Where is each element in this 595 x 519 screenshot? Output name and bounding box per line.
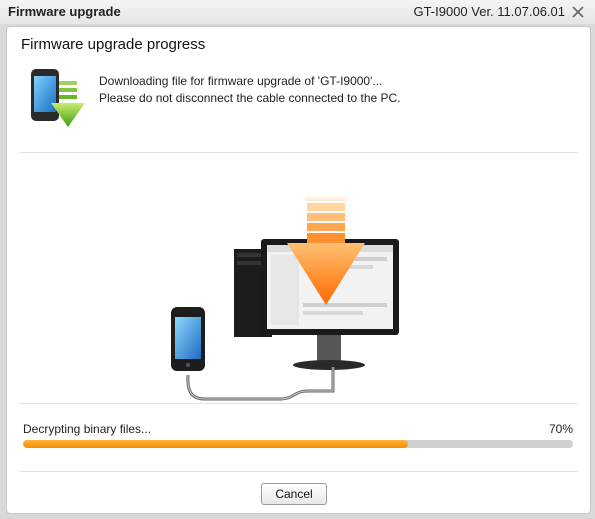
window-title: Firmware upgrade [8,4,121,19]
title-bar: Firmware upgrade GT-I9000 Ver. 11.07.06.… [0,0,595,24]
status-text: Decrypting binary files... [23,422,152,436]
cancel-button[interactable]: Cancel [261,483,327,505]
device-version: GT-I9000 Ver. 11.07.06.01 [413,4,565,19]
divider-top [19,152,578,153]
close-icon[interactable] [570,4,586,20]
main-panel: Firmware upgrade progress Downloading fi… [6,26,591,514]
message-text: Downloading file for firmware upgrade of… [99,73,401,107]
progress-bar [23,440,573,448]
progress-bar-fill [23,440,408,448]
phone-download-icon [31,69,85,127]
divider-middle [19,403,578,404]
divider-bottom [19,471,578,472]
progress-percent: 70% [548,422,573,436]
page-title: Firmware upgrade progress [21,36,206,53]
phone-to-pc-download-illustration [171,195,399,401]
message-line-1: Downloading file for firmware upgrade of… [99,74,383,88]
message-line-2: Please do not disconnect the cable conne… [99,91,401,105]
